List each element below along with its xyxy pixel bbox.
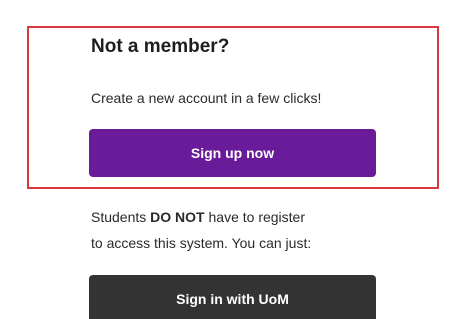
login-options-panel: Not a member? Create a new account in a … — [0, 0, 458, 319]
signup-description: Create a new account in a few clicks! — [91, 90, 322, 106]
sign-in-with-uom-label: Sign in with UoM — [176, 291, 289, 307]
students-info-text: Students DO NOT have to register to acce… — [91, 204, 411, 256]
sign-up-now-label: Sign up now — [190, 145, 275, 161]
signup-heading: Not a member? — [91, 36, 230, 57]
students-info-prefix: Students — [91, 209, 151, 225]
sign-up-now-button[interactable]: Sign up now — [89, 129, 376, 177]
students-info-suffix: have to register — [204, 209, 305, 225]
emphasis-do: DO — [150, 209, 172, 225]
students-info-line-1: Students DO NOT have to register — [91, 204, 411, 230]
sign-in-with-uom-button[interactable]: Sign in with UoM — [89, 275, 376, 319]
emphasis-not: NOT — [175, 209, 205, 225]
students-info-line-2: to access this system. You can just: — [91, 235, 312, 251]
